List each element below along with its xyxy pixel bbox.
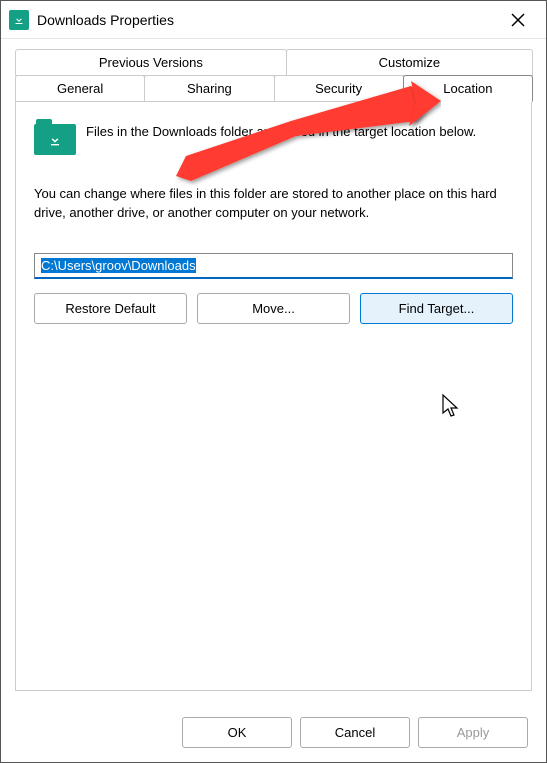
tab-control: Previous Versions Customize General Shar… (15, 49, 532, 691)
dialog-footer-buttons: OK Cancel Apply (182, 717, 528, 748)
tab-location[interactable]: Location (403, 75, 533, 102)
tab-previous-versions[interactable]: Previous Versions (15, 49, 287, 76)
close-button[interactable] (498, 5, 538, 35)
path-input[interactable]: C:\Users\groov\Downloads (34, 253, 513, 279)
move-button[interactable]: Move... (197, 293, 350, 324)
cancel-button[interactable]: Cancel (300, 717, 410, 748)
download-app-icon (9, 10, 29, 30)
apply-button[interactable]: Apply (418, 717, 528, 748)
ok-button[interactable]: OK (182, 717, 292, 748)
dialog-content: Previous Versions Customize General Shar… (1, 39, 546, 691)
tab-general[interactable]: General (15, 75, 145, 102)
tab-security[interactable]: Security (274, 75, 404, 102)
location-buttons: Restore Default Move... Find Target... (34, 293, 513, 324)
titlebar: Downloads Properties (1, 1, 546, 39)
tab-sharing[interactable]: Sharing (144, 75, 274, 102)
intro-text: Files in the Downloads folder are stored… (86, 119, 476, 141)
restore-default-button[interactable]: Restore Default (34, 293, 187, 324)
download-folder-icon (34, 119, 76, 155)
tab-row-bottom: General Sharing Security Location (15, 75, 532, 102)
tab-row-top: Previous Versions Customize (15, 49, 532, 76)
description-text: You can change where files in this folde… (34, 185, 513, 223)
find-target-button[interactable]: Find Target... (360, 293, 513, 324)
tab-panel-location: Files in the Downloads folder are stored… (15, 101, 532, 691)
tab-customize[interactable]: Customize (286, 49, 533, 76)
window-title: Downloads Properties (37, 12, 498, 28)
